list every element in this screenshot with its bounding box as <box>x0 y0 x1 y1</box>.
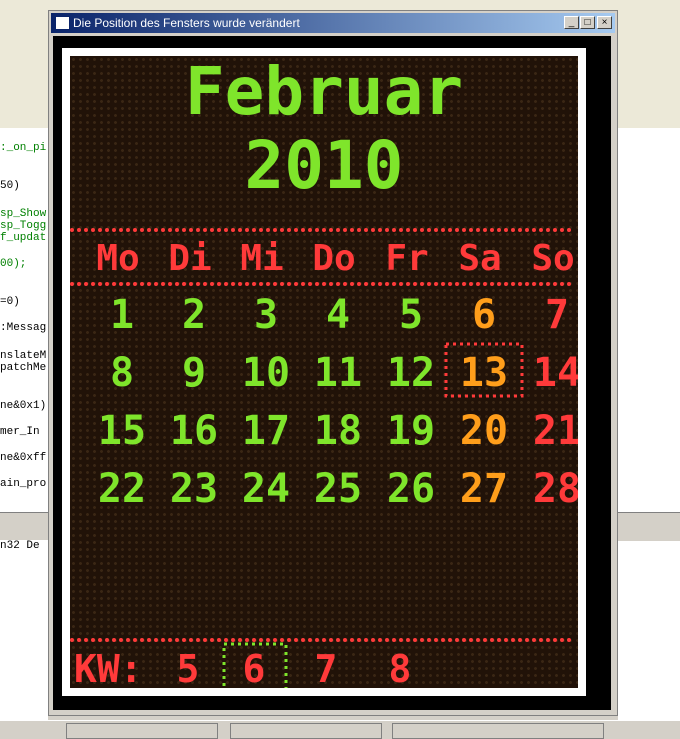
weekday-header: Fr <box>385 238 428 279</box>
ide-right-splitter[interactable] <box>618 512 680 541</box>
day-cell: 15 <box>98 408 146 454</box>
code-line: 50) <box>0 180 20 192</box>
day-cell: 14 <box>533 350 578 396</box>
code-line: ain_pro <box>0 478 47 490</box>
day-cell: 18 <box>314 408 362 454</box>
day-cell: 12 <box>387 350 435 396</box>
code-line: 00); <box>0 258 27 270</box>
day-cell: 25 <box>314 466 362 512</box>
day-cell: 3 <box>254 292 278 338</box>
window-client-area: Februar 2010 Mo Di Mi Do Fr Sa So 1 2 3 4 5 6 7 8 9 10 11 12… <box>53 36 611 710</box>
output-line: n32 De <box>0 540 40 552</box>
code-line: mer_In <box>0 426 40 438</box>
calendar-week-number: 5 <box>177 647 200 688</box>
code-line: :_on_pi <box>0 142 47 154</box>
weekday-header: Mo <box>96 238 139 279</box>
maximize-button[interactable]: □ <box>580 16 595 29</box>
month-label: Februar <box>185 56 463 130</box>
day-cell: 24 <box>242 466 290 512</box>
day-cell: 7 <box>545 292 569 338</box>
day-cell: 9 <box>182 350 206 396</box>
day-cell: 13 <box>460 350 508 396</box>
taskbar-button[interactable] <box>392 723 604 739</box>
weekday-header: Do <box>312 238 355 279</box>
day-cell: 4 <box>326 292 350 338</box>
taskbar-button[interactable] <box>230 723 382 739</box>
window-title: Die Position des Fensters wurde veränder… <box>73 16 300 30</box>
day-cell: 20 <box>460 408 508 454</box>
ide-right-pane <box>618 128 680 720</box>
calendar-week-number: 8 <box>389 647 412 688</box>
led-calendar: Februar2010Mo Di Mi Do Fr Sa So1 2 3 4 5 6 78 9 10 11 12… <box>70 56 578 688</box>
taskbar <box>0 720 680 739</box>
app-icon <box>55 16 70 30</box>
weekday-header: Mi <box>240 238 283 279</box>
calendar-window: Die Position des Fensters wurde veränder… <box>48 10 618 716</box>
day-cell: 5 <box>399 292 423 338</box>
day-cell: 21 <box>533 408 578 454</box>
code-line: :Messag <box>0 322 47 334</box>
close-button[interactable]: × <box>597 16 612 29</box>
day-cell: 28 <box>533 466 578 512</box>
ide-output-pane: n32 De <box>0 540 48 720</box>
code-line: ne&0x1) <box>0 400 47 412</box>
calendar-week-number: 7 <box>315 647 338 688</box>
kw-label: KW: <box>74 647 143 688</box>
taskbar-button[interactable] <box>66 723 218 739</box>
day-cell: 11 <box>314 350 362 396</box>
day-cell: 10 <box>242 350 290 396</box>
day-cell: 19 <box>387 408 435 454</box>
window-titlebar[interactable]: Die Position des Fensters wurde veränder… <box>51 13 615 33</box>
day-cell: 2 <box>182 292 206 338</box>
code-line: nslateM <box>0 350 47 362</box>
code-line: ne&0xff <box>0 452 47 464</box>
day-cell: 8 <box>110 350 134 396</box>
ide-splitter[interactable] <box>0 512 48 541</box>
minimize-button[interactable]: _ <box>564 16 579 29</box>
code-line: =0) <box>0 296 20 308</box>
weekday-header: So <box>531 238 574 279</box>
ide-code-editor[interactable]: :_on_pi 50) sp_Show sp_Togg f_updat 00);… <box>0 128 48 512</box>
code-line: patchMe <box>0 362 47 374</box>
led-matrix-display: Februar 2010 Mo Di Mi Do Fr Sa So 1 2 3 4 5 6 7 8 9 10 11 12… <box>70 56 578 688</box>
day-cell: 16 <box>170 408 218 454</box>
day-cell: 1 <box>110 292 134 338</box>
day-cell: 6 <box>472 292 496 338</box>
day-cell: 23 <box>170 466 218 512</box>
code-line: sp_Show <box>0 208 47 220</box>
year-label: 2010 <box>245 127 404 204</box>
day-cell: 17 <box>242 408 290 454</box>
day-cell: 27 <box>460 466 508 512</box>
day-cell: 26 <box>387 466 435 512</box>
day-cell: 22 <box>98 466 146 512</box>
calendar-week-number: 6 <box>243 647 266 688</box>
display-frame: Februar 2010 Mo Di Mi Do Fr Sa So 1 2 3 4 5 6 7 8 9 10 11 12… <box>62 48 586 696</box>
weekday-header: Di <box>168 238 211 279</box>
weekday-header: Sa <box>458 238 501 279</box>
code-line: sp_Togg <box>0 220 47 232</box>
code-line: f_updat <box>0 232 47 244</box>
